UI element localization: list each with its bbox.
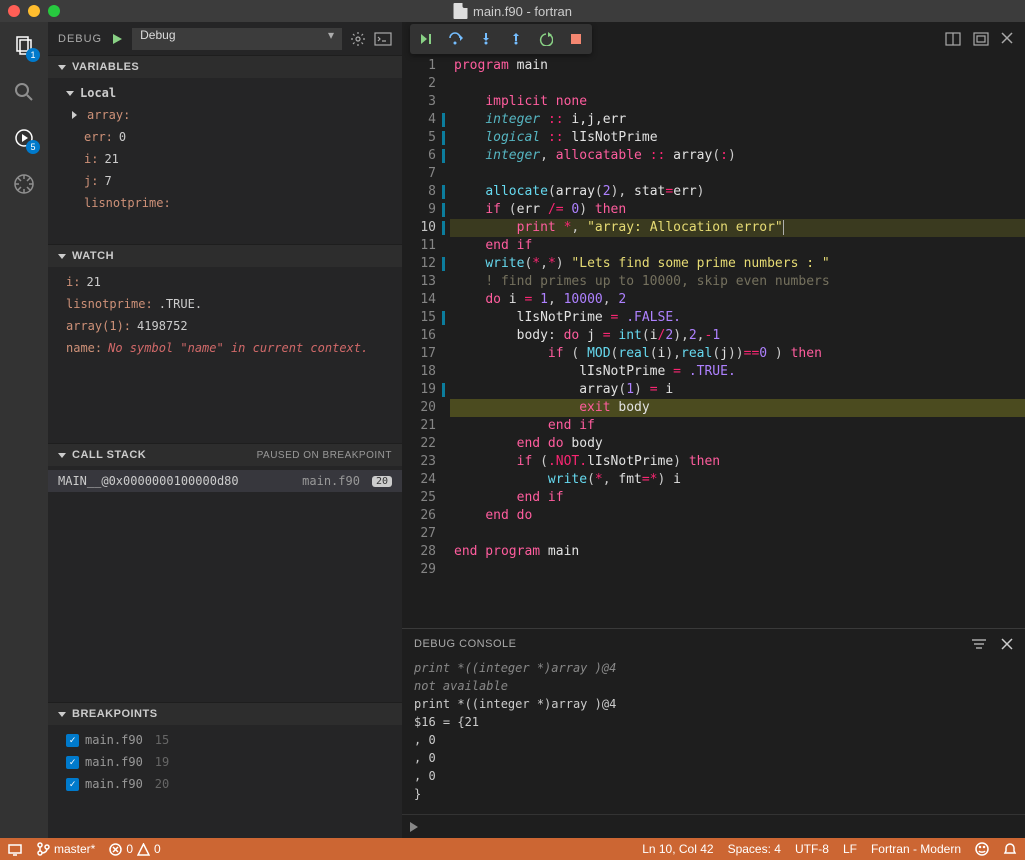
variable-row[interactable]: i: 21 bbox=[48, 148, 402, 170]
watch-section-header[interactable]: WATCH bbox=[48, 245, 402, 267]
chevron-down-icon bbox=[58, 65, 66, 70]
breakpoint-checkbox[interactable]: ✓ bbox=[66, 734, 79, 747]
window-minimize-button[interactable] bbox=[28, 5, 40, 17]
console-line: not available bbox=[414, 677, 1013, 695]
debug-config-select[interactable]: Debug ▾ bbox=[132, 28, 342, 50]
console-line: print *((integer *)array )@4 bbox=[414, 695, 1013, 713]
debug-header: DEBUG Debug ▾ bbox=[48, 22, 402, 55]
status-problems[interactable]: 0 0 bbox=[109, 842, 160, 856]
console-line: } bbox=[414, 785, 1013, 803]
step-over-button[interactable] bbox=[442, 26, 470, 52]
callstack-status: PAUSED ON BREAKPOINT bbox=[257, 450, 392, 461]
debug-badge: 5 bbox=[26, 140, 40, 154]
status-notifications-button[interactable] bbox=[1003, 842, 1017, 856]
breakpoints-section-title: BREAKPOINTS bbox=[72, 708, 158, 720]
breakpoint-row[interactable]: ✓main.f9020 bbox=[48, 773, 402, 795]
status-cursor-position[interactable]: Ln 10, Col 42 bbox=[642, 842, 713, 856]
explorer-badge: 1 bbox=[26, 48, 40, 62]
breakpoint-checkbox[interactable]: ✓ bbox=[66, 756, 79, 769]
activity-bar: 1 5 bbox=[0, 22, 48, 838]
variables-section-header[interactable]: VARIABLES bbox=[48, 56, 402, 78]
variables-section-title: VARIABLES bbox=[72, 61, 139, 73]
step-into-button[interactable] bbox=[472, 26, 500, 52]
chevron-down-icon bbox=[66, 91, 74, 96]
watch-row[interactable]: array(1): 4198752 bbox=[48, 315, 402, 337]
status-bar: master* 0 0 Ln 10, Col 42 Spaces: 4 UTF-… bbox=[0, 838, 1025, 860]
console-line: print *((integer *)array )@4 bbox=[414, 659, 1013, 677]
console-filter-button[interactable] bbox=[971, 638, 987, 650]
window-close-button[interactable] bbox=[8, 5, 20, 17]
console-close-button[interactable] bbox=[1001, 638, 1013, 650]
split-editor-button[interactable] bbox=[945, 32, 961, 46]
stop-button[interactable] bbox=[562, 26, 590, 52]
callstack-frame[interactable]: MAIN__@0x0000000100000d80 main.f90 20 bbox=[48, 470, 402, 492]
variables-scope-local[interactable]: Local bbox=[48, 82, 402, 104]
explorer-activity[interactable]: 1 bbox=[10, 32, 38, 60]
status-encoding[interactable]: UTF-8 bbox=[795, 842, 829, 856]
debug-console-input[interactable] bbox=[402, 814, 1025, 838]
console-line: , 0 bbox=[414, 731, 1013, 749]
search-activity[interactable] bbox=[10, 78, 38, 106]
variable-row[interactable]: err: 0 bbox=[48, 126, 402, 148]
chevron-right-icon bbox=[72, 111, 77, 119]
debug-toolbar bbox=[410, 24, 592, 54]
variable-row[interactable]: array: bbox=[48, 104, 402, 126]
code-editor[interactable]: 1234567891011121314151617181920212223242… bbox=[402, 55, 1025, 628]
debug-sidebar: DEBUG Debug ▾ VARIABLES bbox=[48, 22, 402, 838]
console-line: , 0 bbox=[414, 767, 1013, 785]
debug-label: DEBUG bbox=[58, 33, 102, 45]
extensions-activity[interactable] bbox=[10, 170, 38, 198]
status-language[interactable]: Fortran - Modern bbox=[871, 842, 961, 856]
step-out-button[interactable] bbox=[502, 26, 530, 52]
breakpoint-checkbox[interactable]: ✓ bbox=[66, 778, 79, 791]
breakpoint-row[interactable]: ✓main.f9015 bbox=[48, 729, 402, 751]
debug-activity[interactable]: 5 bbox=[10, 124, 38, 152]
callstack-section-title: CALL STACK bbox=[72, 449, 146, 461]
editor-area: 1234567891011121314151617181920212223242… bbox=[402, 22, 1025, 838]
titlebar: main.f90 - fortran bbox=[0, 0, 1025, 22]
restart-button[interactable] bbox=[532, 26, 560, 52]
variable-row[interactable]: lisnotprime: bbox=[48, 192, 402, 214]
console-line: , 0 bbox=[414, 749, 1013, 767]
variable-row[interactable]: j: 7 bbox=[48, 170, 402, 192]
window-title: main.f90 - fortran bbox=[473, 4, 572, 19]
debug-settings-button[interactable] bbox=[350, 31, 366, 47]
status-feedback-button[interactable] bbox=[975, 842, 989, 856]
start-debug-button[interactable] bbox=[110, 32, 124, 46]
debug-console-panel: DEBUG CONSOLE print *((integer *)array )… bbox=[402, 628, 1025, 838]
status-indentation[interactable]: Spaces: 4 bbox=[728, 842, 781, 856]
console-line: $16 = {21 bbox=[414, 713, 1013, 731]
status-git-branch[interactable]: master* bbox=[36, 842, 95, 856]
chevron-down-icon bbox=[58, 712, 66, 717]
file-icon bbox=[453, 3, 467, 19]
breakpoint-row[interactable]: ✓main.f9019 bbox=[48, 751, 402, 773]
watch-row[interactable]: lisnotprime: .TRUE. bbox=[48, 293, 402, 315]
window-maximize-button[interactable] bbox=[48, 5, 60, 17]
close-editor-button[interactable] bbox=[1001, 32, 1013, 46]
watch-section-title: WATCH bbox=[72, 250, 114, 262]
watch-row[interactable]: i: 21 bbox=[48, 271, 402, 293]
chevron-down-icon bbox=[58, 453, 66, 458]
debug-console-toggle[interactable] bbox=[374, 32, 392, 46]
watch-row[interactable]: name: No symbol "name" in current contex… bbox=[48, 337, 402, 359]
debug-console-title: DEBUG CONSOLE bbox=[414, 638, 516, 650]
breakpoints-section-header[interactable]: BREAKPOINTS bbox=[48, 703, 402, 725]
continue-button[interactable] bbox=[412, 26, 440, 52]
chevron-down-icon bbox=[58, 254, 66, 259]
callstack-section-header[interactable]: CALL STACK PAUSED ON BREAKPOINT bbox=[48, 444, 402, 466]
status-eol[interactable]: LF bbox=[843, 842, 857, 856]
status-remote-button[interactable] bbox=[8, 842, 22, 856]
more-actions-button[interactable] bbox=[973, 32, 989, 46]
